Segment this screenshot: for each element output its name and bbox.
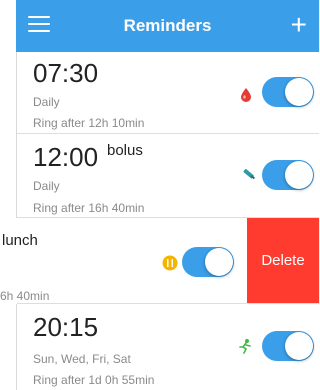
reminder-ring: Ring after 16h 40min [33, 201, 145, 215]
meal-icon [162, 255, 178, 271]
reminder-item[interactable]: 12:00 bolus Daily Ring after 16h 40min [17, 134, 319, 218]
reminder-time: 12:00 [33, 142, 99, 172]
reminder-ring: Ring after 12h 10min [33, 116, 145, 130]
plus-icon[interactable]: + [291, 10, 307, 40]
reminder-time: 07:30 [33, 58, 99, 88]
exercise-icon [239, 339, 251, 354]
delete-button[interactable]: Delete [247, 218, 319, 304]
reminder-time: 20:15 [33, 312, 99, 342]
reminder-item[interactable]: 20:15 Sun, Wed, Fri, Sat Ring after 1d 0… [17, 304, 319, 390]
reminder-repeat: Daily [33, 95, 60, 109]
reminder-name: bolus [107, 142, 143, 159]
reminder-ring: Ring after 1d 0h 55min [33, 373, 155, 387]
reminder-toggle[interactable] [182, 247, 234, 277]
reminder-ring: 6h 40min [0, 289, 50, 303]
reminder-toggle[interactable] [262, 77, 314, 107]
page-title: Reminders [123, 16, 212, 35]
header-bar: Reminders + [16, 0, 319, 52]
reminder-toggle[interactable] [262, 331, 314, 361]
reminder-item[interactable]: lunch 6h 40min Delete [0, 218, 319, 304]
reminder-name: lunch [2, 232, 38, 249]
blood-drop-icon [241, 88, 251, 102]
reminder-toggle[interactable] [262, 160, 314, 190]
reminder-repeat: Daily [33, 179, 60, 193]
insulin-pen-icon [243, 169, 256, 180]
reminder-item[interactable]: 07:30 Daily Ring after 12h 10min [17, 52, 319, 134]
reminder-repeat: Sun, Wed, Fri, Sat [33, 352, 131, 366]
